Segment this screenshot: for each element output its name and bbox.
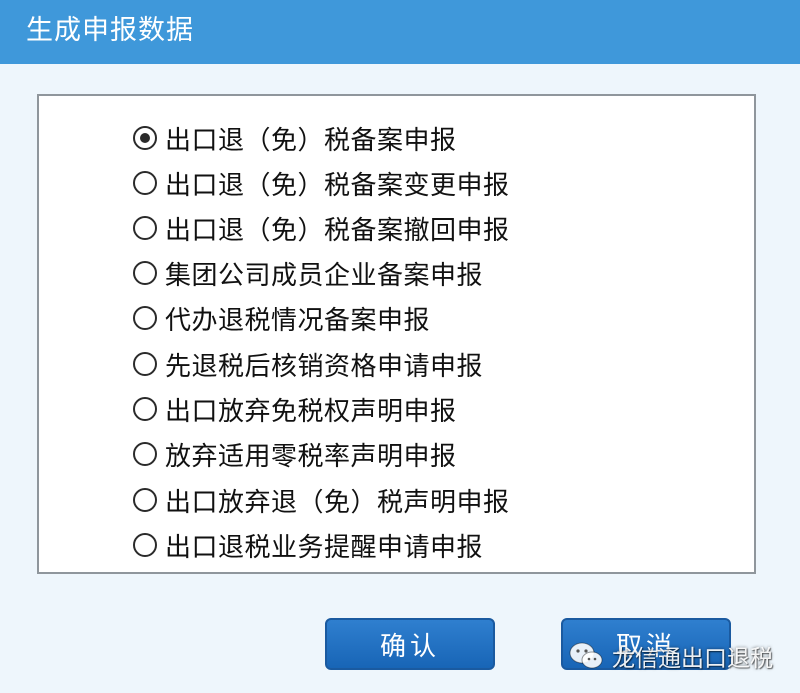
option-export-tax-filing-change[interactable]: 出口退（免）税备案变更申报 — [133, 163, 510, 203]
option-export-tax-filing-withdraw[interactable]: 出口退（免）税备案撤回申报 — [133, 208, 510, 248]
generate-declaration-dialog: 生成申报数据 出口退（免）税备案申报 出口退（免）税备案变更申报 出口退（免）税… — [0, 0, 800, 693]
radio-button[interactable] — [133, 533, 157, 557]
radio-button[interactable] — [133, 442, 157, 466]
option-group-member-filing[interactable]: 集团公司成员企业备案申报 — [133, 253, 483, 293]
radio-button[interactable] — [133, 488, 157, 512]
option-agent-refund-filing[interactable]: 代办退税情况备案申报 — [133, 298, 430, 338]
option-label: 代办退税情况备案申报 — [165, 305, 431, 336]
option-label: 放弃适用零税率声明申报 — [165, 441, 457, 472]
option-label: 出口放弃退（免）税声明申报 — [165, 487, 510, 518]
wechat-icon — [569, 642, 603, 669]
option-label: 出口退（免）税备案撤回申报 — [165, 215, 510, 246]
option-label: 集团公司成员企业备案申报 — [165, 260, 484, 291]
radio-button[interactable] — [133, 397, 157, 421]
watermark: 龙信通出口退税 — [568, 636, 773, 676]
title-bar: 生成申报数据 — [0, 0, 800, 64]
option-export-tax-filing[interactable]: 出口退（免）税备案申报 — [133, 118, 457, 158]
option-label: 出口放弃免税权声明申报 — [165, 396, 457, 427]
radio-button[interactable] — [133, 306, 157, 330]
option-label: 出口退税业务提醒申请申报 — [165, 532, 484, 563]
radio-button[interactable] — [133, 352, 157, 376]
option-refund-before-writeoff[interactable]: 先退税后核销资格申请申报 — [133, 344, 483, 384]
watermark-text: 龙信通出口退税 — [612, 646, 773, 672]
radio-button[interactable] — [133, 216, 157, 240]
radio-button[interactable] — [133, 126, 157, 150]
option-label: 先退税后核销资格申请申报 — [165, 351, 484, 382]
confirm-button[interactable]: 确认 — [325, 618, 495, 670]
option-waive-exemption[interactable]: 出口放弃免税权声明申报 — [133, 389, 457, 429]
radio-button[interactable] — [133, 261, 157, 285]
option-waive-zero-rate[interactable]: 放弃适用零税率声明申报 — [133, 434, 457, 474]
option-label: 出口退（免）税备案申报 — [165, 125, 457, 156]
options-group: 出口退（免）税备案申报 出口退（免）税备案变更申报 出口退（免）税备案撤回申报 … — [37, 94, 756, 574]
radio-button[interactable] — [133, 171, 157, 195]
dialog-title: 生成申报数据 — [26, 15, 194, 46]
option-refund-reminder[interactable]: 出口退税业务提醒申请申报 — [133, 525, 483, 565]
option-waive-refund[interactable]: 出口放弃退（免）税声明申报 — [133, 480, 510, 520]
option-label: 出口退（免）税备案变更申报 — [165, 170, 510, 201]
